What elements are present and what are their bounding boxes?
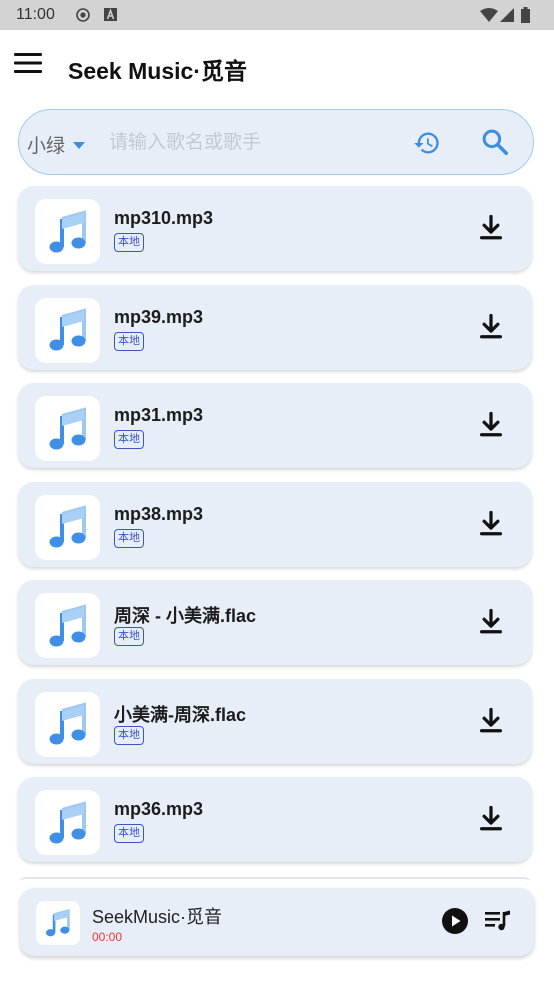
playlist-button[interactable] <box>484 908 512 934</box>
source-badge: 本地 <box>114 725 144 745</box>
source-badge: 本地 <box>114 430 144 449</box>
song-title: mp38.mp3 <box>114 503 204 524</box>
battery-icon <box>521 7 530 23</box>
hamburger-menu-icon <box>14 53 42 73</box>
music-note-icon <box>49 406 86 449</box>
play-icon <box>442 908 468 934</box>
search-bar: 小绿 <box>18 109 534 175</box>
player-time: 00:00 <box>92 930 123 944</box>
song-thumbnail <box>35 297 100 363</box>
song-thumbnail <box>35 199 100 264</box>
song-list-item[interactable]: mp39.mp3 本地 <box>18 284 532 370</box>
search-button[interactable] <box>480 127 510 157</box>
playlist-icon <box>485 910 510 931</box>
song-list-item-partial <box>18 877 532 880</box>
song-title: 小美满-周深.flac <box>114 704 247 725</box>
song-title: mp36.mp3 <box>114 799 204 819</box>
song-thumbnail <box>35 494 100 560</box>
source-badge: 本地 <box>114 627 144 646</box>
song-list-item[interactable]: 小美满-周深.flac 本地 <box>18 678 532 764</box>
song-thumbnail <box>35 396 100 461</box>
download-icon <box>480 313 502 338</box>
player-thumbnail <box>36 901 80 945</box>
music-note-icon <box>49 800 86 843</box>
source-badge: 本地 <box>114 528 144 548</box>
song-list-item[interactable]: mp38.mp3 本地 <box>18 481 532 567</box>
song-list-item[interactable]: mp310.mp3 本地 <box>18 186 532 271</box>
history-icon <box>414 132 439 154</box>
music-note-icon <box>49 308 86 351</box>
mini-player[interactable]: SeekMusic·觅音 00:00 <box>20 888 534 956</box>
song-list: mp310.mp3 本地 mp39.mp3 本地 mp31.mp3 本地 mp3… <box>0 186 554 880</box>
download-icon <box>480 411 502 437</box>
download-button[interactable] <box>476 510 506 540</box>
download-button[interactable] <box>476 805 506 835</box>
song-list-item[interactable]: mp36.mp3 本地 <box>18 777 532 862</box>
app-title: Seek Music·觅音 <box>68 58 247 84</box>
song-title: mp310.mp3 <box>114 208 214 228</box>
download-icon <box>480 214 502 240</box>
menu-button[interactable] <box>14 52 48 82</box>
wifi-icon <box>480 8 498 22</box>
music-note-icon <box>49 505 86 548</box>
source-badge: 本地 <box>114 824 144 843</box>
download-icon <box>480 510 502 535</box>
download-button[interactable] <box>476 608 506 638</box>
music-note-icon <box>49 603 86 646</box>
source-label: 小绿 <box>27 136 66 157</box>
download-icon <box>480 805 502 831</box>
source-dropdown[interactable]: 小绿 <box>27 131 86 158</box>
song-list-item[interactable]: 周深 - 小美满.flac 本地 <box>18 580 532 665</box>
download-button[interactable] <box>476 214 506 244</box>
download-button[interactable] <box>476 313 506 343</box>
a-badge-icon <box>104 8 117 21</box>
song-thumbnail <box>35 790 100 855</box>
song-title: 周深 - 小美满.flac <box>114 606 257 626</box>
song-thumbnail <box>35 593 100 658</box>
music-note-icon <box>49 702 86 745</box>
signal-icon <box>500 8 514 22</box>
download-button[interactable] <box>476 411 506 441</box>
song-title: mp39.mp3 <box>114 306 204 327</box>
dropdown-arrow-icon <box>73 142 86 149</box>
song-title: mp31.mp3 <box>114 405 204 425</box>
player-title: SeekMusic·觅音 <box>92 907 223 927</box>
song-thumbnail <box>35 691 100 757</box>
status-bar: 11:00 <box>0 0 554 30</box>
play-button[interactable] <box>441 907 469 935</box>
music-note-icon <box>45 908 70 937</box>
source-badge: 本地 <box>114 233 144 252</box>
status-time: 11:00 <box>16 6 55 23</box>
download-icon <box>480 707 502 732</box>
search-icon <box>482 129 508 155</box>
app-bar: Seek Music·觅音 <box>0 30 554 104</box>
search-input[interactable] <box>107 126 391 160</box>
record-icon <box>76 8 90 22</box>
history-button[interactable] <box>413 129 441 157</box>
download-icon <box>480 608 502 634</box>
music-note-icon <box>49 209 86 252</box>
source-badge: 本地 <box>114 331 144 351</box>
song-list-item[interactable]: mp31.mp3 本地 <box>18 383 532 468</box>
download-button[interactable] <box>476 707 506 737</box>
